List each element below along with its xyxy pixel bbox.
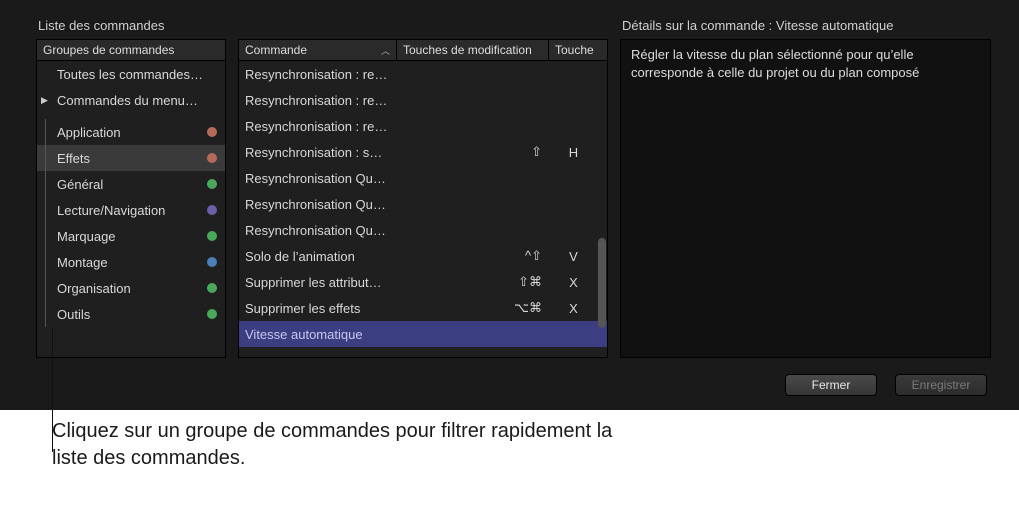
group-all-commands[interactable]: Toutes les commandes… (37, 61, 225, 87)
group-label: Montage (57, 255, 108, 270)
color-dot-icon (207, 127, 217, 137)
commands-header: Commande ︿ Touches de modification Touch… (238, 39, 608, 61)
group-marquage[interactable]: Marquage (37, 223, 225, 249)
save-button[interactable]: Enregistrer (895, 374, 987, 396)
list-title: Liste des commandes (36, 18, 226, 33)
groups-list: Toutes les commandes… ▶ Commandes du men… (36, 61, 226, 358)
disclosure-triangle-icon[interactable]: ▶ (41, 95, 48, 106)
groups-header-cell[interactable]: Groupes de commandes (37, 40, 225, 60)
header-modifiers[interactable]: Touches de modification (397, 40, 549, 60)
commands-scrollbar[interactable] (598, 63, 606, 355)
group-effets[interactable]: Effets (37, 145, 225, 171)
callout: Cliquez sur un groupe de commandes pour … (52, 418, 652, 472)
group-montage[interactable]: Montage (37, 249, 225, 275)
groups-column: Liste des commandes Groupes de commandes… (36, 18, 226, 358)
command-row-selected[interactable]: Vitesse automatique (239, 321, 607, 347)
group-label: Lecture/Navigation (57, 203, 165, 218)
close-button[interactable]: Fermer (785, 374, 877, 396)
group-label: Outils (57, 307, 90, 322)
group-outils[interactable]: Outils (37, 301, 225, 327)
header-command[interactable]: Commande ︿ (239, 40, 397, 60)
group-label: Commandes du menu… (45, 93, 198, 108)
scroll-thumb[interactable] (598, 238, 606, 328)
group-label: Marquage (57, 229, 116, 244)
header-key[interactable]: Touche (549, 40, 599, 60)
details-text: Régler la vitesse du plan sélectionné po… (620, 39, 991, 358)
command-row[interactable]: Resynchronisation Qu… (239, 165, 607, 191)
color-dot-icon (207, 257, 217, 267)
group-application[interactable]: Application (37, 119, 225, 145)
sort-ascending-icon: ︿ (381, 44, 390, 57)
group-label: Organisation (57, 281, 131, 296)
command-row[interactable]: Resynchronisation Qu… (239, 217, 607, 243)
commands-column: . Commande ︿ Touches de modification Tou… (238, 18, 608, 358)
color-dot-icon (207, 179, 217, 189)
group-label: Effets (57, 151, 90, 166)
command-row[interactable]: Resynchronisation Qu… (239, 191, 607, 217)
color-dot-icon (207, 205, 217, 215)
details-title: Détails sur la commande : Vitesse automa… (620, 18, 991, 33)
color-dot-icon (207, 283, 217, 293)
group-label: Application (57, 125, 121, 140)
command-row[interactable]: Supprimer les effets⌥⌘X (239, 295, 607, 321)
group-label: Général (57, 177, 103, 192)
command-row[interactable]: Supprimer les attribut…⇧⌘X (239, 269, 607, 295)
color-dot-icon (207, 231, 217, 241)
command-row[interactable]: Resynchronisation : re… (239, 87, 607, 113)
groups-header[interactable]: Groupes de commandes (36, 39, 226, 61)
callout-text: Cliquez sur un groupe de commandes pour … (52, 418, 652, 472)
commands-list: Resynchronisation : re… Resynchronisatio… (238, 61, 608, 358)
color-dot-icon (207, 309, 217, 319)
group-organisation[interactable]: Organisation (37, 275, 225, 301)
command-editor-panel: Liste des commandes Groupes de commandes… (0, 0, 1019, 410)
command-row[interactable]: Resynchronisation : s…⇧H (239, 139, 607, 165)
group-general[interactable]: Général (37, 171, 225, 197)
color-dot-icon (207, 153, 217, 163)
command-row[interactable]: Resynchronisation : re… (239, 113, 607, 139)
group-lecture-navigation[interactable]: Lecture/Navigation (37, 197, 225, 223)
group-label: Toutes les commandes… (57, 67, 203, 82)
group-menu-commands[interactable]: ▶ Commandes du menu… (37, 87, 225, 113)
details-column: Détails sur la commande : Vitesse automa… (620, 18, 991, 358)
footer-buttons: Fermer Enregistrer (785, 374, 987, 396)
command-row[interactable]: Solo de l’animation^⇧V (239, 243, 607, 269)
command-row[interactable]: Resynchronisation : re… (239, 61, 607, 87)
callout-leader-line (52, 328, 53, 452)
